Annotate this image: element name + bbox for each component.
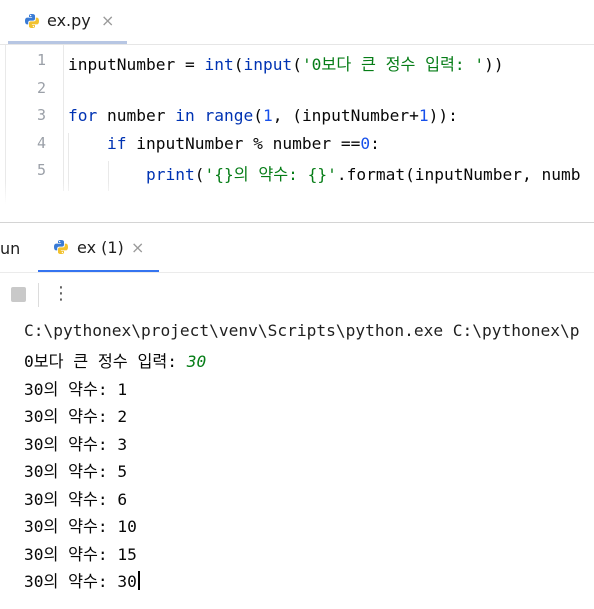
code-token: int [204, 55, 234, 74]
run-toolbar: ⋮ [0, 273, 594, 317]
code-token: : [370, 134, 380, 153]
code-token: )) [484, 55, 504, 74]
console-output-line: 30의 약수: 15 [24, 545, 137, 564]
code-line[interactable]: for number in range(1, (inputNumber+1)): [68, 106, 458, 125]
console-output[interactable]: C:\pythonex\project\venv\Scripts\python.… [0, 317, 594, 609]
code-token: range [204, 106, 254, 125]
toolbar-separator [38, 283, 39, 307]
code-token: ( [292, 55, 302, 74]
console-command-line: C:\pythonex\project\venv\Scripts\python.… [24, 321, 580, 340]
tab-label: ex.py [47, 11, 91, 30]
code-line[interactable]: inputNumber = int(input('0보다 큰 정수 입력: ')… [68, 51, 504, 75]
console-output-line-last: 30의 약수: 30 [24, 568, 140, 592]
code-editor[interactable]: 1 2 3 4 5 inputNumber = int(input('0보다 큰… [0, 45, 594, 222]
console-output-line: 30의 약수: 10 [24, 517, 137, 536]
line-number: 5 [36, 161, 46, 179]
gutter-border [63, 45, 64, 191]
console-output-line: 30의 약수: 5 [24, 462, 128, 481]
code-token: ( [253, 106, 263, 125]
code-token: inputNumber % number == [126, 134, 361, 153]
close-icon[interactable]: × [131, 238, 144, 257]
console-output-text: 30의 약수: 30 [24, 572, 137, 591]
text-caret [137, 571, 140, 590]
code-token: ( [233, 55, 244, 74]
stop-icon[interactable] [11, 287, 26, 302]
code-token: 0 [360, 134, 371, 153]
code-token: : [448, 106, 458, 125]
console-output-line: 30의 약수: 3 [24, 435, 128, 454]
more-options-icon[interactable]: ⋮ [52, 282, 70, 306]
console-output-line: 30의 약수: 6 [24, 490, 128, 509]
code-token: for [68, 106, 98, 125]
line-number: 3 [36, 106, 46, 124]
close-icon[interactable]: × [101, 11, 114, 30]
code-token: , (inputNumber+ [272, 106, 419, 125]
console-prompt-line: 0보다 큰 정수 입력: 30 [24, 348, 206, 372]
console-output-line: 30의 약수: 2 [24, 407, 128, 426]
code-token: input [243, 55, 293, 74]
tab-label: ex (1) [77, 238, 124, 257]
run-panel-title: un [0, 239, 21, 258]
tab-ex-1[interactable]: ex (1) × [38, 223, 159, 273]
console-output-line: 30의 약수: 1 [24, 380, 128, 399]
line-number: 4 [36, 134, 46, 152]
code-token: 1 [262, 106, 273, 125]
code-fade [0, 182, 594, 222]
code-token: inputNumber = [68, 55, 205, 74]
python-icon [25, 14, 39, 28]
console-user-input: 30 [186, 352, 207, 371]
code-token: )) [428, 106, 449, 125]
console-prompt: 0보다 큰 정수 입력: [24, 352, 187, 371]
code-token: in [175, 106, 195, 125]
code-token: if [106, 134, 127, 153]
code-token: 1 [418, 106, 429, 125]
code-line[interactable]: if inputNumber % number ==0: [68, 134, 380, 153]
run-tool-window-header: un ex (1) × [0, 223, 594, 273]
tab-ex-py[interactable]: ex.py × [8, 0, 127, 45]
line-number: 1 [36, 51, 46, 69]
code-token: number [97, 106, 176, 125]
line-number: 2 [36, 79, 46, 97]
code-token: '0보다 큰 정수 입력: ' [301, 55, 485, 74]
python-icon [54, 240, 68, 254]
editor-tab-bar: ex.py × [0, 0, 594, 45]
